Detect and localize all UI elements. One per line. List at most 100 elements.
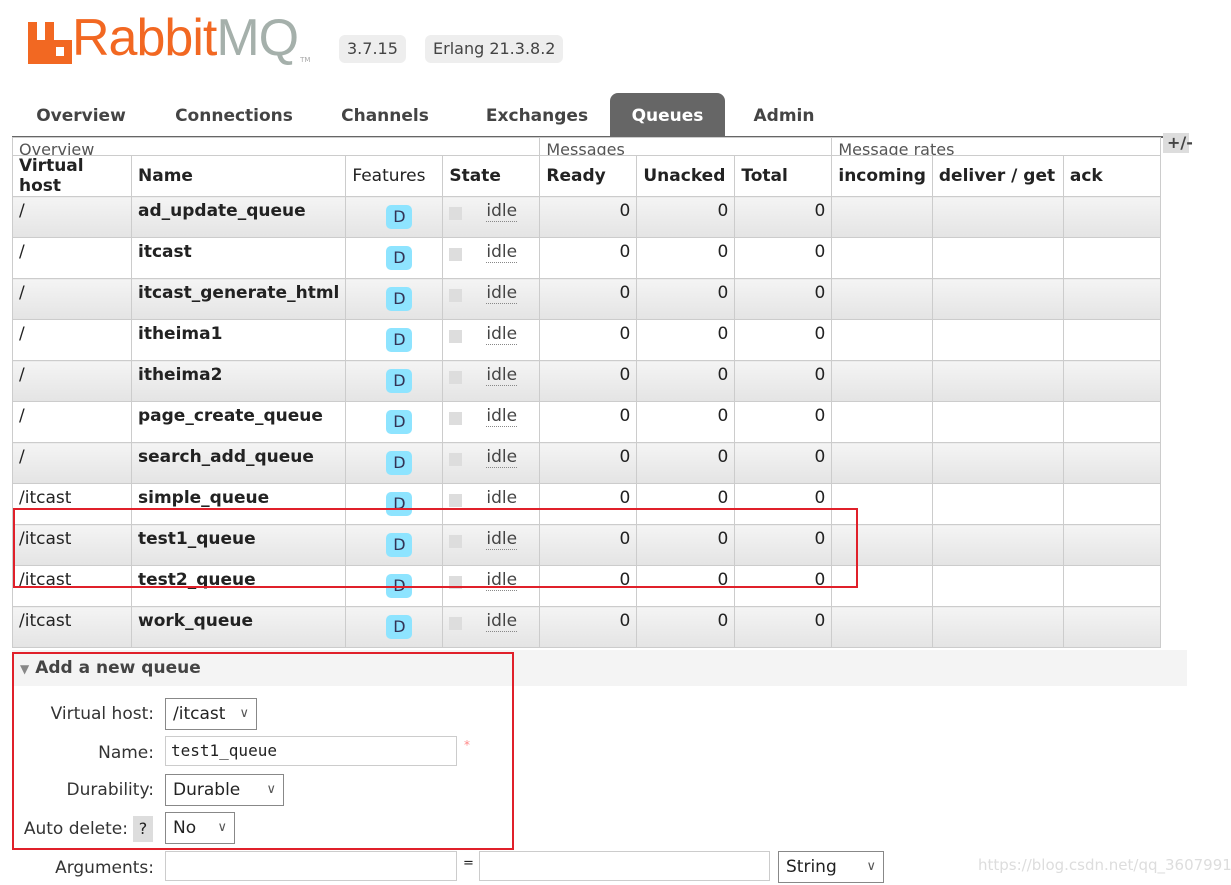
incoming-cell xyxy=(831,319,933,361)
total-cell: 0 xyxy=(734,196,833,238)
table-row[interactable]: / itcast Didle 0 0 0 xyxy=(12,237,1161,279)
argument-value-input[interactable] xyxy=(479,851,770,881)
column-toggle-button[interactable]: +/- xyxy=(1163,133,1193,153)
table-row[interactable]: / itheima1 Didle 0 0 0 xyxy=(12,319,1161,361)
ready-cell: 0 xyxy=(539,196,638,238)
table-row[interactable]: / ad_update_queue Didle 0 0 0 xyxy=(12,196,1161,238)
deliver-get-cell xyxy=(931,524,1064,566)
queue-name-link[interactable]: itcast_generate_html xyxy=(130,278,347,320)
ack-cell xyxy=(1062,565,1161,607)
ready-cell: 0 xyxy=(539,237,638,279)
argument-type-select[interactable]: String ∨ xyxy=(778,851,884,883)
state-indicator-icon xyxy=(449,617,463,630)
deliver-get-cell xyxy=(931,565,1064,607)
watermark: https://blog.csdn.net/qq_36079912 xyxy=(978,856,1231,874)
col-incoming[interactable]: incoming xyxy=(831,155,933,197)
auto-delete-value: No xyxy=(173,818,197,838)
queue-name-link[interactable]: itheima2 xyxy=(130,360,347,402)
tab-overview[interactable]: Overview xyxy=(20,93,142,136)
tab-admin[interactable]: Admin xyxy=(742,93,826,136)
table-row[interactable]: /itcast work_queue Didle 0 0 0 xyxy=(12,606,1161,648)
vhost-select[interactable]: /itcast ∨ xyxy=(165,698,257,730)
deliver-get-cell xyxy=(931,360,1064,402)
queue-name-link[interactable]: itheima1 xyxy=(130,319,347,361)
ack-cell xyxy=(1062,278,1161,320)
vhost-value: /itcast xyxy=(173,704,226,724)
deliver-get-cell xyxy=(931,401,1064,443)
ready-cell: 0 xyxy=(539,360,638,402)
vhost-cell: / xyxy=(12,442,132,484)
durability-label: Durability: xyxy=(66,780,154,800)
state-label: idle xyxy=(486,365,518,386)
table-row[interactable]: / itheima2 Didle 0 0 0 xyxy=(12,360,1161,402)
ack-cell xyxy=(1062,401,1161,443)
state-indicator-icon xyxy=(449,330,463,343)
unacked-cell: 0 xyxy=(636,360,736,402)
tab-channels[interactable]: Channels xyxy=(330,93,440,136)
queue-name-link[interactable]: work_queue xyxy=(130,606,347,648)
incoming-cell xyxy=(831,196,933,238)
help-icon[interactable]: ? xyxy=(133,816,153,842)
incoming-cell xyxy=(831,606,933,648)
group-message-rates: Message rates xyxy=(831,137,1161,156)
unacked-cell: 0 xyxy=(636,196,736,238)
total-cell: 0 xyxy=(734,360,833,402)
state-cell: idle xyxy=(442,196,541,238)
name-label: Name: xyxy=(98,743,154,763)
table-row[interactable]: / page_create_queue Didle 0 0 0 xyxy=(12,401,1161,443)
table-row[interactable]: / itcast_generate_html Didle 0 0 0 xyxy=(12,278,1161,320)
queue-name-link[interactable]: ad_update_queue xyxy=(130,196,347,238)
col-name[interactable]: Name xyxy=(130,155,347,197)
ready-cell: 0 xyxy=(539,278,638,320)
durable-badge: D xyxy=(386,246,413,270)
col-state[interactable]: State xyxy=(442,155,541,197)
queue-name-link[interactable]: itcast xyxy=(130,237,347,279)
tab-connections[interactable]: Connections xyxy=(164,93,304,136)
col-ack[interactable]: ack xyxy=(1062,155,1161,197)
durable-badge: D xyxy=(386,287,413,311)
unacked-cell: 0 xyxy=(636,237,736,279)
features-cell: D xyxy=(345,278,444,320)
auto-delete-select[interactable]: No ∨ xyxy=(165,812,235,844)
queue-name-link[interactable]: page_create_queue xyxy=(130,401,347,443)
deliver-get-cell xyxy=(931,442,1064,484)
group-overview: Overview xyxy=(11,137,541,156)
queue-name-link[interactable]: search_add_queue xyxy=(130,442,347,484)
chevron-down-icon: ∨ xyxy=(239,706,249,721)
tab-exchanges[interactable]: Exchanges xyxy=(472,93,602,136)
col-virtual-host[interactable]: Virtual host xyxy=(12,155,132,197)
incoming-cell xyxy=(831,401,933,443)
tab-queues[interactable]: Queues xyxy=(610,93,725,136)
name-input[interactable]: test1_queue xyxy=(165,736,457,766)
durable-badge: D xyxy=(386,369,413,393)
col-unacked[interactable]: Unacked xyxy=(636,155,736,197)
incoming-cell xyxy=(831,442,933,484)
durable-badge: D xyxy=(386,615,413,639)
features-cell: D xyxy=(345,360,444,402)
highlight-box-rows xyxy=(13,508,858,588)
state-label: idle xyxy=(486,324,518,345)
total-cell: 0 xyxy=(734,442,833,484)
state-indicator-icon xyxy=(449,371,463,384)
ack-cell xyxy=(1062,237,1161,279)
unacked-cell: 0 xyxy=(636,401,736,443)
col-ready[interactable]: Ready xyxy=(539,155,638,197)
col-deliver-get[interactable]: deliver / get xyxy=(931,155,1064,197)
state-indicator-icon xyxy=(449,412,463,425)
required-mark: * xyxy=(464,738,470,752)
deliver-get-cell xyxy=(931,196,1064,238)
durability-select[interactable]: Durable ∨ xyxy=(165,774,284,806)
vhost-cell: /itcast xyxy=(12,606,132,648)
rabbitmq-logo: Rabbit MQ TM xyxy=(28,12,310,64)
argument-type-value: String xyxy=(786,857,837,877)
ack-cell xyxy=(1062,524,1161,566)
deliver-get-cell xyxy=(931,319,1064,361)
state-indicator-icon xyxy=(449,207,463,220)
total-cell: 0 xyxy=(734,319,833,361)
group-messages: Messages xyxy=(539,137,833,156)
unacked-cell: 0 xyxy=(636,442,736,484)
argument-key-input[interactable] xyxy=(165,851,457,881)
col-total[interactable]: Total xyxy=(734,155,833,197)
features-cell: D xyxy=(345,319,444,361)
table-row[interactable]: / search_add_queue Didle 0 0 0 xyxy=(12,442,1161,484)
